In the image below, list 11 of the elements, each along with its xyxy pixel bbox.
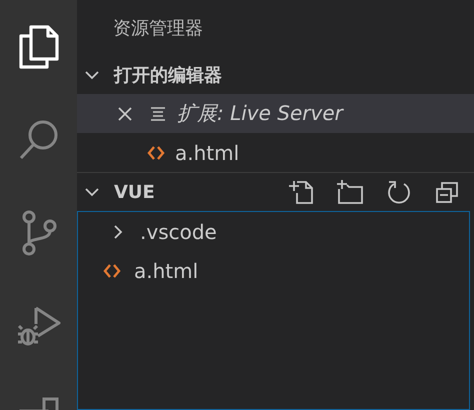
tree-item[interactable]: a.html [78,251,469,290]
panel-title: 资源管理器 [113,17,203,40]
open-editor-item[interactable]: 扩展: Live Server [77,94,474,133]
file-name: a.html [134,258,198,282]
file-name: 扩展: Live Server [177,100,343,127]
file-name: .vscode [140,220,217,244]
tree-item[interactable]: .vscode [78,212,469,251]
section-title[interactable]: 打开的编辑器 [114,63,222,87]
open-editor-item[interactable]: a.html [77,133,474,172]
file-name: a.html [175,140,240,164]
folder-title[interactable]: VUE [114,182,155,202]
